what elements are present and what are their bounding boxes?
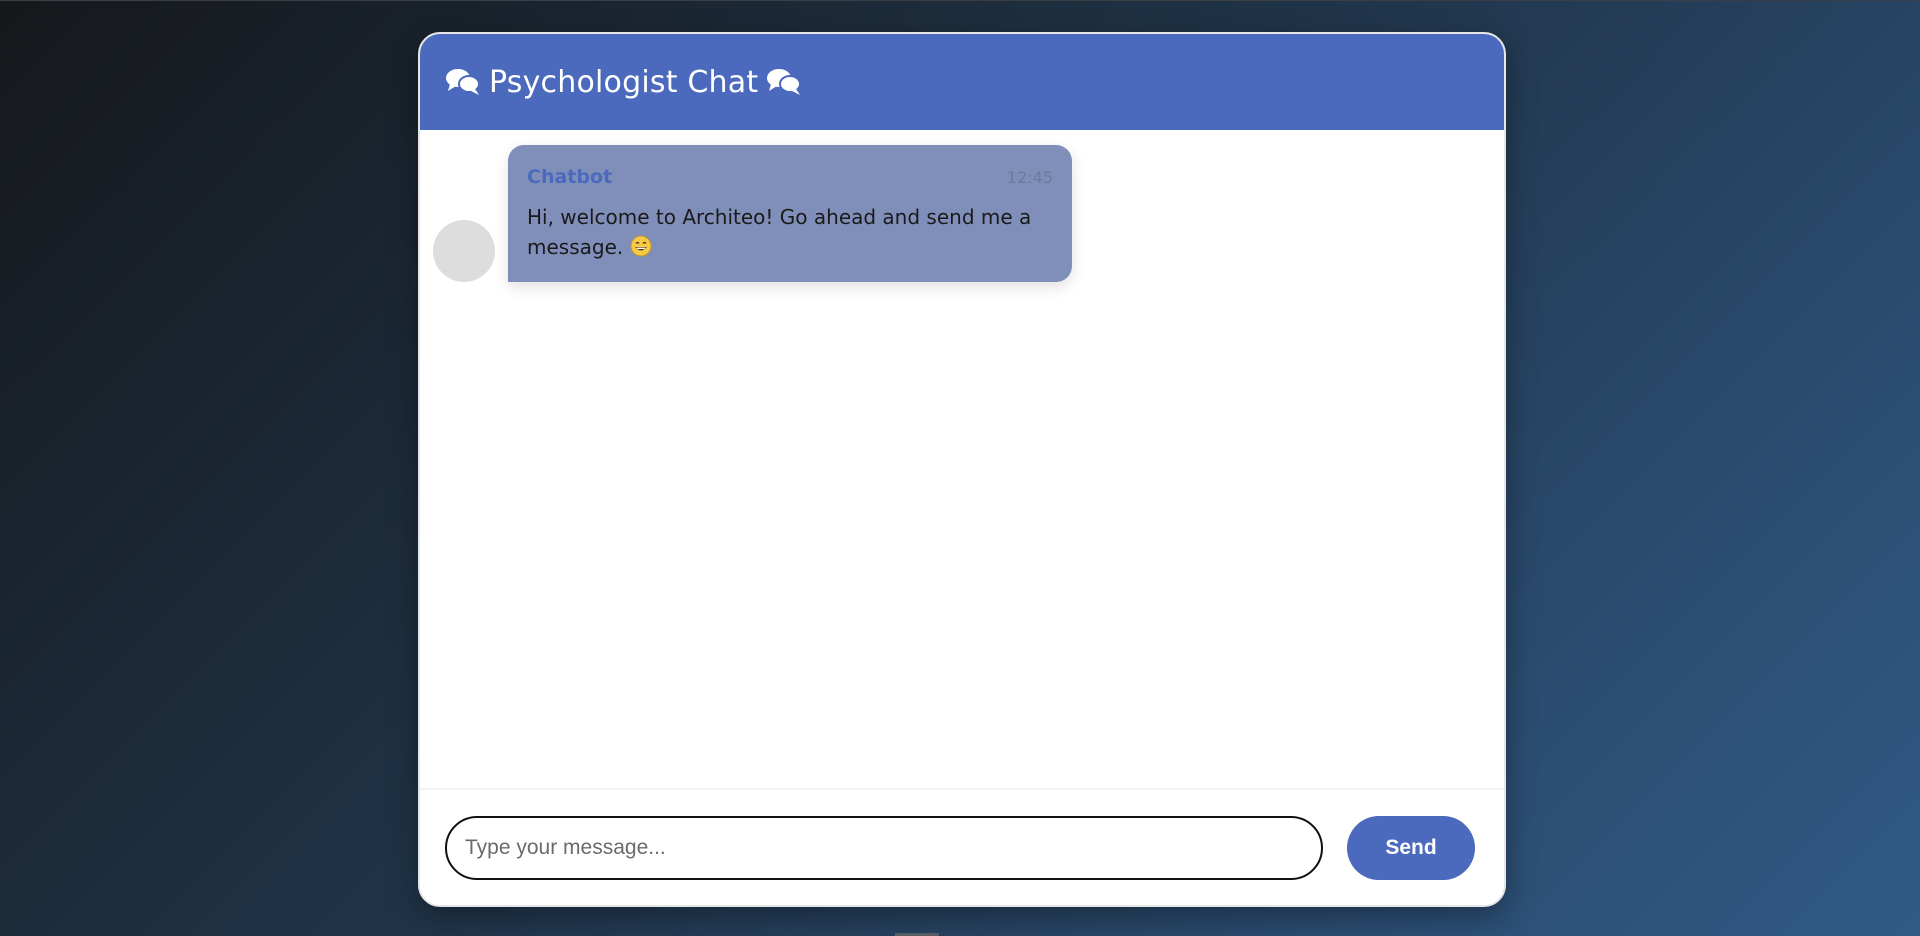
window-top-border (0, 0, 1920, 1)
message-text-container: Hi, welcome to Architeo! Go ahead and se… (527, 202, 1053, 262)
message-header: Chatbot 12:45 (527, 166, 1053, 188)
send-button[interactable]: Send (1347, 815, 1475, 880)
composer: Send (420, 788, 1504, 905)
chat-header: Psychologist Chat (420, 34, 1504, 130)
comments-icon (445, 67, 481, 97)
grinning-face-emoji-icon (630, 235, 652, 257)
chat-title: Psychologist Chat (489, 64, 759, 100)
message-row: Chatbot 12:45 Hi, welcome to Architeo! G… (433, 145, 1072, 282)
message-time: 12:45 (1006, 168, 1053, 187)
message-input[interactable] (445, 815, 1323, 880)
comments-icon (766, 67, 802, 97)
avatar (433, 220, 495, 282)
message-text: Hi, welcome to Architeo! Go ahead and se… (527, 205, 1032, 259)
message-sender: Chatbot (527, 166, 613, 188)
message-bubble: Chatbot 12:45 Hi, welcome to Architeo! G… (508, 145, 1072, 282)
message-list[interactable]: Chatbot 12:45 Hi, welcome to Architeo! G… (420, 130, 1504, 786)
chat-window: Psychologist Chat Chatbot 12:45 Hi, welc… (418, 32, 1506, 907)
